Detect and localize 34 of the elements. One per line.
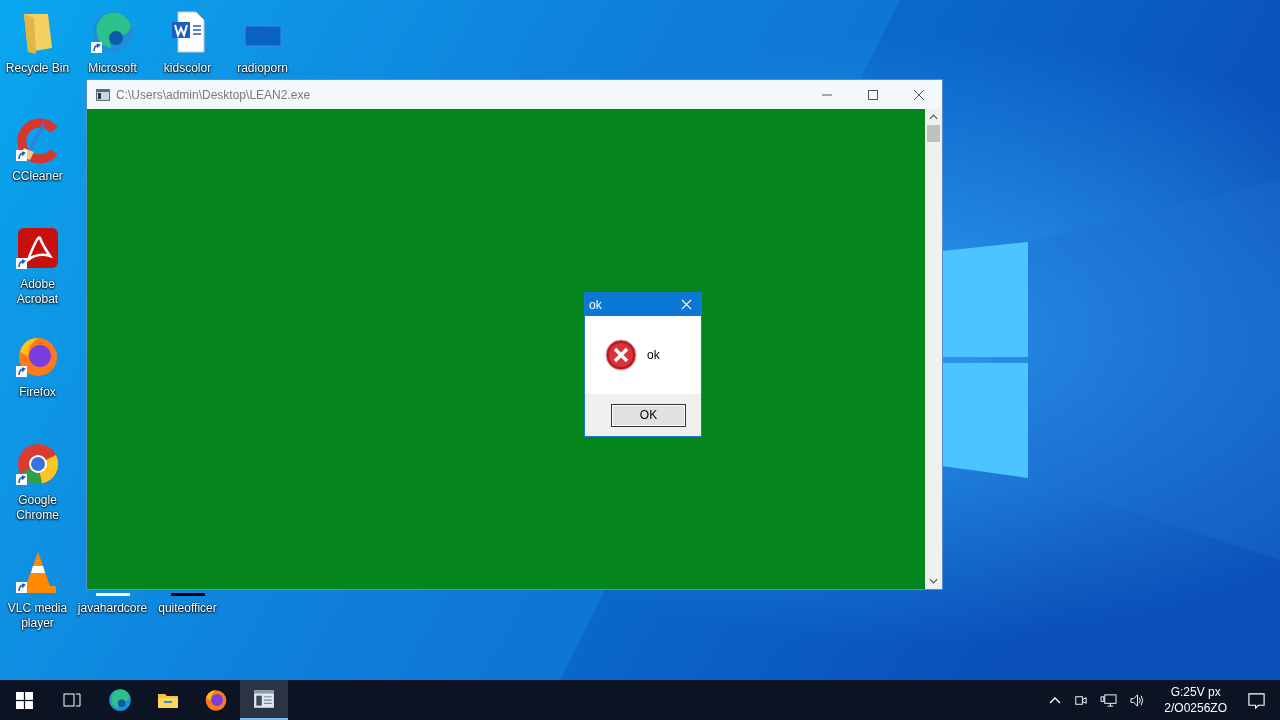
chevron-up-icon[interactable] [1049, 696, 1062, 704]
icon-label: Microsoft [88, 61, 137, 76]
clock[interactable]: G:25V px 2/O0256ZO [1156, 684, 1235, 716]
dialog-message: ok [647, 348, 660, 362]
network-icon[interactable] [1100, 692, 1118, 708]
icon-label: Recycle Bin [5, 61, 70, 76]
scroll-down-icon[interactable] [929, 578, 938, 584]
scroll-up-icon[interactable] [929, 114, 938, 120]
close-icon [914, 89, 924, 100]
scrollbar[interactable] [925, 109, 942, 589]
maximize-icon [868, 89, 878, 100]
windows-logo-icon [15, 691, 33, 709]
window-title: C:\Users\admin\Desktop\LEAN2.exe [116, 87, 312, 102]
task-view-icon [62, 690, 82, 710]
icon-label: quiteofficer [158, 601, 217, 616]
console-icon [253, 688, 275, 710]
icon-label: CCleaner [12, 169, 63, 184]
icon-label: Adobe Acrobat [15, 277, 60, 307]
firefox-icon [203, 687, 229, 713]
console-button[interactable] [240, 680, 288, 720]
icon-label: javahardcore [77, 601, 148, 616]
scroll-thumb[interactable] [927, 125, 940, 142]
icon-label: Google Chrome [15, 493, 60, 523]
icon-label: VLC media player [6, 601, 69, 631]
icon-label: kidscolor [163, 61, 212, 76]
console-icon [95, 86, 111, 103]
close-icon [680, 299, 692, 310]
dialog-title: ok [588, 297, 603, 312]
notification-icon[interactable] [1247, 690, 1266, 710]
icon-label: Firefox [19, 385, 56, 400]
icon-label: radioporn [237, 61, 288, 76]
error-icon [605, 339, 637, 371]
ok-button[interactable]: OK [611, 403, 686, 427]
browser-icon [107, 687, 133, 713]
